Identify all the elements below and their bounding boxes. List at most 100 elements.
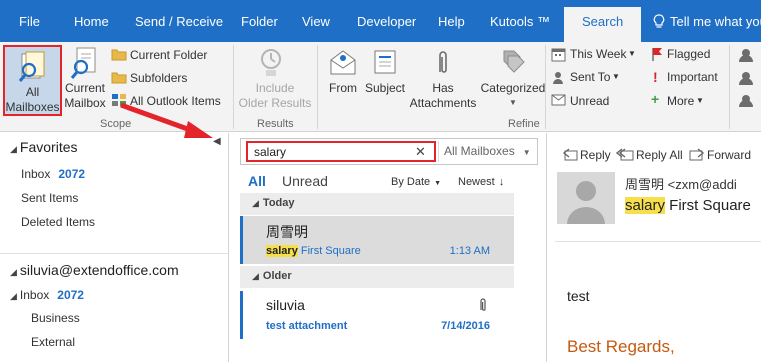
annotation-arrow-icon <box>120 102 213 138</box>
search-input[interactable]: salary ✕ <box>246 141 436 162</box>
ribbon-tab-bar: File Home Send / Receive Folder View Dev… <box>0 0 761 42</box>
categorized-tags-icon <box>503 50 525 73</box>
inbox-count: 2072 <box>58 167 86 181</box>
more-label: More <box>667 94 695 108</box>
group-header-today[interactable]: ◢ Today <box>240 193 514 215</box>
filter-all[interactable]: All <box>248 173 266 189</box>
expand-triangle-icon: ◢ <box>10 267 17 277</box>
reading-subject-rest: First Square <box>665 197 751 214</box>
sort-by-dropdown[interactable]: By Date ▼ <box>391 176 441 188</box>
sent-to-person-icon <box>553 72 563 84</box>
tab-folder[interactable]: Folder <box>241 14 278 29</box>
tab-file[interactable]: File <box>19 14 40 29</box>
mail-subject: test attachment <box>266 320 348 332</box>
favorites-header[interactable]: ◢ Favorites <box>10 139 78 155</box>
tab-send-receive[interactable]: Send / Receive <box>135 14 223 29</box>
avatar <box>557 172 615 224</box>
clock-icon <box>261 49 281 76</box>
group-header-older[interactable]: ◢ Older <box>240 266 514 288</box>
include-label-2: Older Results <box>238 96 312 110</box>
all-mailboxes-label-2: Mailboxes <box>5 100 60 114</box>
nav-item-external[interactable]: External <box>31 335 75 349</box>
account-label: siluvia@extendoffice.com <box>19 262 179 278</box>
ribbon-separator <box>317 45 318 129</box>
pane-divider <box>546 133 547 362</box>
reading-body: test <box>567 288 590 304</box>
nav-item-business[interactable]: Business <box>31 311 80 325</box>
from-envelope-icon <box>330 50 356 75</box>
has-label-2: Attachments <box>409 96 477 110</box>
from-label: From <box>329 81 357 95</box>
filter-unread[interactable]: Unread <box>282 173 328 189</box>
subfolders-label: Subfolders <box>130 71 188 85</box>
all-mailboxes-icon <box>18 51 45 82</box>
clear-search-icon[interactable]: ✕ <box>415 144 426 160</box>
search-scope-dropdown[interactable]: All Mailboxes ▼ <box>438 141 533 162</box>
reply-all-button[interactable]: Reply All <box>615 148 683 162</box>
flag-icon <box>652 48 662 61</box>
sent-to-label: Sent To <box>570 70 611 84</box>
reply-all-icon <box>615 148 634 161</box>
account-inbox-count: 2072 <box>57 288 84 302</box>
current-mailbox-label-2: Mailbox <box>64 96 106 110</box>
this-week-label: This Week <box>570 47 627 61</box>
chevron-down-icon: ▼ <box>522 148 531 157</box>
selection-bar <box>240 216 243 264</box>
reply-label: Reply <box>580 148 611 162</box>
nav-item-deleted-items[interactable]: Deleted Items <box>21 215 95 229</box>
expand-triangle-icon: ◢ <box>10 144 17 154</box>
attachment-paperclip-icon <box>480 298 486 311</box>
mail-sender: 周雪明 <box>266 224 308 240</box>
sort-order-toggle[interactable]: Newest ↓ <box>458 176 504 188</box>
tab-home[interactable]: Home <box>74 14 109 29</box>
search-people-icons[interactable] <box>737 47 761 107</box>
flagged-label: Flagged <box>667 47 711 61</box>
sort-order-label: Newest <box>458 176 495 188</box>
expand-triangle-icon: ◢ <box>252 198 259 208</box>
refine-group-label: Refine <box>508 118 540 130</box>
important-label: Important <box>667 70 718 84</box>
forward-button[interactable]: Forward <box>689 148 751 162</box>
reading-from: 周雪明 <zxm@addi <box>625 177 737 192</box>
nav-item-inbox[interactable]: Inbox 2072 <box>21 167 85 181</box>
account-inbox-label: Inbox <box>19 288 50 302</box>
results-group-label: Results <box>257 118 294 130</box>
sort-by-label: By Date <box>391 176 431 188</box>
unread-bar <box>240 291 243 339</box>
categorized-label: Categorized <box>480 81 546 95</box>
inbox-label: Inbox <box>21 167 51 181</box>
tab-kutools[interactable]: Kutools ™ <box>490 14 550 29</box>
mail-subject: salary First Square <box>266 245 361 257</box>
nav-item-account-inbox[interactable]: ◢ Inbox 2072 <box>10 288 84 302</box>
reply-all-label: Reply All <box>636 148 683 162</box>
list-item[interactable]: siluvia test attachment 7/14/2016 <box>240 291 514 339</box>
tell-me-box[interactable]: Tell me what you <box>653 14 761 29</box>
chevron-down-icon: ▼ <box>434 180 442 187</box>
nav-divider <box>0 253 228 254</box>
forward-label: Forward <box>707 148 752 162</box>
lightbulb-icon <box>653 14 665 28</box>
mail-time: 1:13 AM <box>449 245 490 257</box>
account-header[interactable]: ◢ siluvia@extendoffice.com <box>10 262 179 278</box>
ribbon: All Mailboxes Current Mailbox Current Fo… <box>0 42 761 132</box>
ribbon-separator <box>233 45 234 129</box>
tab-search[interactable]: Search <box>564 7 642 42</box>
tab-developer[interactable]: Developer <box>357 14 416 29</box>
search-query: salary <box>254 145 287 159</box>
current-folder-label: Current Folder <box>130 48 208 62</box>
all-mailboxes-label-1: All <box>25 85 40 99</box>
forward-icon <box>689 148 705 161</box>
tab-view[interactable]: View <box>302 14 330 29</box>
folder-icon <box>111 49 127 61</box>
tab-help[interactable]: Help <box>438 14 465 29</box>
ribbon-separator <box>545 45 546 129</box>
nav-item-sent-items[interactable]: Sent Items <box>21 191 78 205</box>
reading-subject: salary First Square <box>625 197 751 214</box>
group-label: Older <box>262 270 292 282</box>
all-mailboxes-button[interactable]: All Mailboxes <box>3 45 62 116</box>
list-item[interactable]: 周雪明 salary First Square 1:13 AM <box>240 216 514 264</box>
reply-button[interactable]: Reply <box>562 148 611 162</box>
expand-triangle-icon: ◢ <box>10 291 17 301</box>
more-dropdown-arrow: ▼ <box>696 96 704 105</box>
calendar-icon <box>551 48 566 62</box>
